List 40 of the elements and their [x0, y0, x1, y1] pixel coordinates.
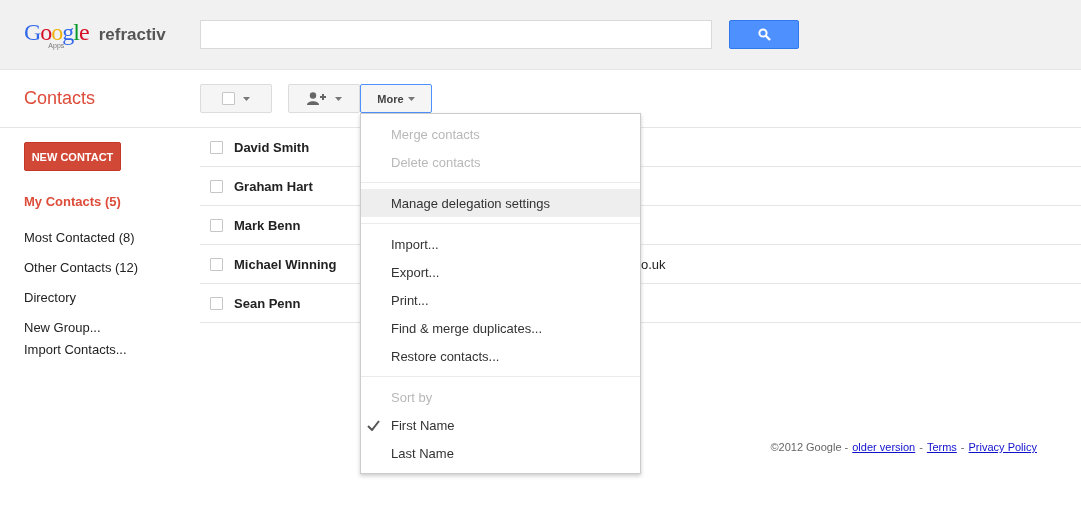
- footer-link[interactable]: Terms: [926, 441, 957, 453]
- select-button[interactable]: [200, 84, 272, 113]
- sidebar-link[interactable]: Import Contacts...: [24, 341, 200, 359]
- sidebar-link[interactable]: New Group...: [24, 319, 200, 337]
- person-add-icon: [306, 92, 327, 105]
- search-button[interactable]: [729, 20, 799, 49]
- checkbox[interactable]: [210, 296, 223, 310]
- checkbox[interactable]: [210, 179, 223, 193]
- add-contact-button[interactable]: [288, 84, 360, 113]
- caret-icon: [334, 96, 342, 101]
- caret-icon: [407, 96, 415, 101]
- sidebar-item[interactable]: My Contacts (5): [24, 193, 200, 211]
- checkbox[interactable]: [222, 92, 235, 105]
- footer-link[interactable]: Privacy Policy: [968, 441, 1037, 453]
- menu-item[interactable]: Print...: [361, 286, 640, 314]
- sidebar-item[interactable]: Other Contacts (12): [24, 259, 200, 277]
- menu-item[interactable]: Manage delegation settings: [361, 189, 640, 217]
- partner-logo: refractiv: [98, 24, 166, 45]
- caret-icon: [243, 96, 250, 101]
- menu-item[interactable]: Export...: [361, 258, 640, 286]
- menu-item[interactable]: Find & merge duplicates...: [361, 314, 640, 342]
- footer-link[interactable]: older version: [852, 441, 916, 453]
- menu-item[interactable]: Restore contacts...: [361, 342, 640, 370]
- search-icon: [757, 28, 771, 41]
- sidebar-item[interactable]: Directory: [24, 289, 200, 307]
- menu-item[interactable]: First Name: [361, 411, 640, 439]
- checkbox[interactable]: [210, 257, 223, 271]
- sidebar-item[interactable]: Most Contacted (8): [24, 229, 200, 247]
- new-contact-button[interactable]: NEW CONTACT: [24, 142, 121, 171]
- app-title: Contacts: [24, 88, 97, 109]
- search-field[interactable]: [200, 20, 712, 49]
- menu-item[interactable]: Import...: [361, 230, 640, 258]
- more-button[interactable]: More: [360, 84, 432, 113]
- copyright-text: ©2012 Google -: [770, 441, 849, 453]
- separator-text: -: [919, 441, 923, 453]
- menu-item[interactable]: Last Name: [361, 439, 640, 467]
- checkbox[interactable]: [210, 140, 223, 154]
- contact-email: o.uk: [641, 256, 666, 272]
- checkbox[interactable]: [210, 218, 223, 232]
- separator-text: -: [960, 441, 965, 453]
